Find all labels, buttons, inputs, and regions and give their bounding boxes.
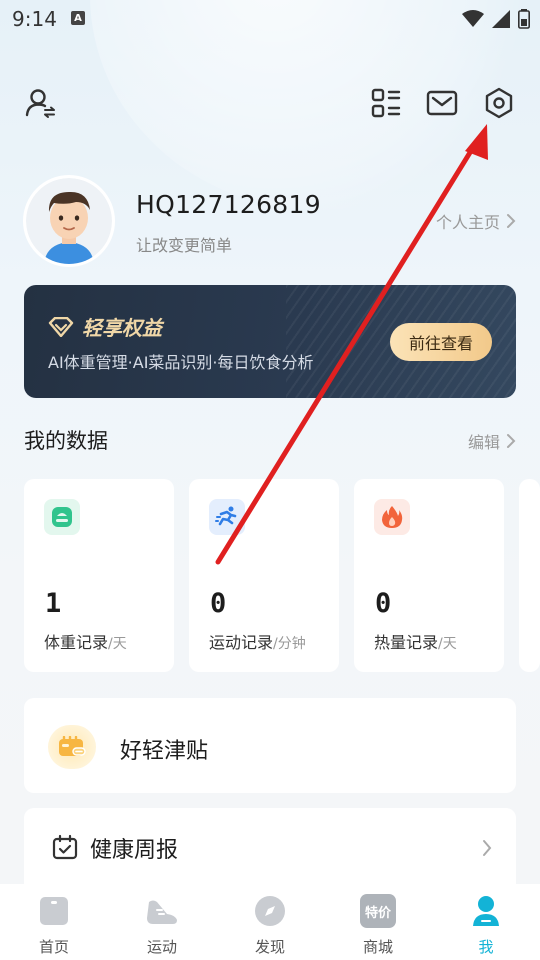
notification-icon: A bbox=[71, 11, 85, 25]
weight-record-label: 体重记录/天 bbox=[44, 629, 127, 653]
nav-home-label: 首页 bbox=[38, 938, 69, 956]
chevron-right-icon bbox=[507, 434, 516, 448]
my-data-title: 我的数据 bbox=[24, 429, 108, 453]
profile-tagline: 让改变更简单 bbox=[136, 236, 233, 255]
calorie-record-unit: /天 bbox=[438, 636, 457, 652]
shop-badge-text: 特价 bbox=[364, 905, 391, 921]
flame-icon bbox=[374, 499, 410, 535]
calendar-icon bbox=[52, 834, 78, 860]
running-icon bbox=[209, 499, 245, 535]
diamond-icon bbox=[48, 316, 74, 337]
scale-icon bbox=[44, 499, 80, 535]
calorie-record-label: 热量记录/天 bbox=[374, 629, 457, 653]
exercise-record-value: 0 bbox=[210, 588, 227, 619]
more-data-card[interactable] bbox=[519, 479, 540, 672]
benefits-banner[interactable]: 轻享权益 AI体重管理·AI菜品识别·每日饮食分析 前往查看 bbox=[24, 285, 516, 398]
haoqingjintie-label: 好轻津贴 bbox=[120, 739, 209, 764]
bottom-nav: 首页 运动 发现 特价 商城 我 bbox=[0, 884, 540, 960]
coupon-icon bbox=[48, 725, 96, 769]
weight-record-card[interactable]: 1 体重记录/天 bbox=[24, 479, 174, 672]
nav-discover[interactable]: 发现 bbox=[216, 884, 324, 960]
status-bar: 9:14 A bbox=[0, 0, 540, 38]
nav-exercise-label: 运动 bbox=[146, 938, 177, 956]
settings-icon[interactable] bbox=[482, 86, 516, 120]
calorie-record-label-text: 热量记录 bbox=[374, 633, 439, 652]
homepage-link-label: 个人主页 bbox=[435, 213, 500, 232]
chevron-right-icon bbox=[507, 214, 516, 228]
status-time: 9:14 bbox=[12, 7, 57, 31]
nav-home[interactable]: 首页 bbox=[0, 884, 108, 960]
weight-record-value: 1 bbox=[45, 588, 62, 619]
edit-label: 编辑 bbox=[467, 433, 500, 452]
view-benefits-button[interactable]: 前往查看 bbox=[390, 323, 492, 361]
edit-data-link[interactable]: 编辑 bbox=[468, 429, 516, 453]
exercise-record-card[interactable]: 0 运动记录/分钟 bbox=[189, 479, 339, 672]
exercise-record-label-text: 运动记录 bbox=[209, 633, 274, 652]
banner-title: 轻享权益 bbox=[48, 312, 162, 341]
scan-qr-icon[interactable] bbox=[369, 86, 403, 120]
compass-icon bbox=[253, 894, 287, 928]
avatar[interactable] bbox=[26, 178, 112, 264]
shoe-icon bbox=[145, 894, 179, 928]
health-report-label: 健康周报 bbox=[90, 838, 179, 863]
shop-icon: 特价 bbox=[360, 894, 396, 928]
nav-shop[interactable]: 特价 商城 bbox=[324, 884, 432, 960]
exercise-record-unit: /分钟 bbox=[273, 636, 306, 652]
calorie-record-value: 0 bbox=[375, 588, 392, 619]
message-icon[interactable] bbox=[425, 86, 459, 120]
weight-record-unit: /天 bbox=[108, 636, 127, 652]
banner-description: AI体重管理·AI菜品识别·每日饮食分析 bbox=[48, 353, 314, 372]
home-icon bbox=[37, 894, 71, 928]
battery-icon bbox=[518, 9, 530, 29]
wifi-icon bbox=[462, 10, 484, 27]
banner-title-text: 轻享权益 bbox=[82, 316, 162, 340]
homepage-link[interactable]: 个人主页 bbox=[436, 209, 516, 233]
nav-me-label: 我 bbox=[478, 938, 494, 956]
person-icon bbox=[469, 894, 503, 928]
signal-icon bbox=[492, 10, 510, 28]
nav-me[interactable]: 我 bbox=[432, 884, 540, 960]
switch-account-icon[interactable] bbox=[24, 86, 58, 120]
chevron-right-icon bbox=[483, 840, 492, 856]
exercise-record-label: 运动记录/分钟 bbox=[209, 629, 306, 653]
haoqingjintie-item[interactable]: 好轻津贴 bbox=[24, 698, 516, 793]
nav-discover-label: 发现 bbox=[254, 938, 285, 956]
username: HQ127126819 bbox=[136, 190, 321, 219]
nav-exercise[interactable]: 运动 bbox=[108, 884, 216, 960]
system-icons bbox=[462, 9, 530, 29]
weight-record-label-text: 体重记录 bbox=[44, 633, 109, 652]
nav-shop-label: 商城 bbox=[362, 938, 393, 956]
calorie-record-card[interactable]: 0 热量记录/天 bbox=[354, 479, 504, 672]
